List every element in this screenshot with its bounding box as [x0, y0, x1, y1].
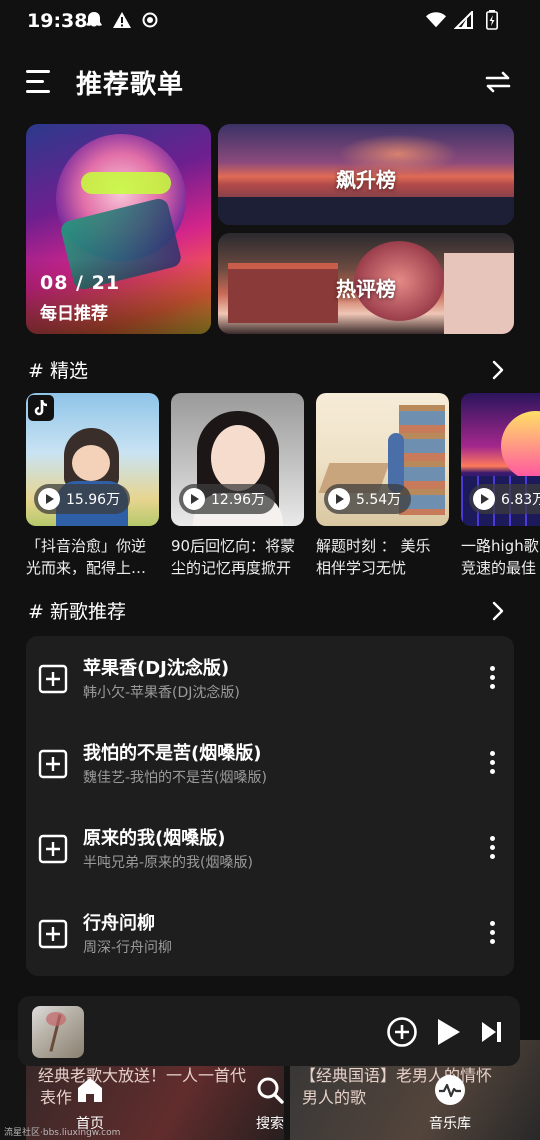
- song-row[interactable]: 原来的我(烟嗓版) 半吨兄弟-原来的我(烟嗓版): [26, 806, 514, 891]
- daily-recommend-banner[interactable]: 08 / 21 每日推荐: [26, 124, 211, 334]
- playlist-card[interactable]: 5.54万 解题时刻 ： 美乐 相伴学习无忧: [316, 393, 449, 579]
- more-vertical-icon[interactable]: [488, 751, 496, 775]
- search-icon: [254, 1074, 286, 1106]
- now-playing-cover[interactable]: [32, 1006, 84, 1058]
- song-subtitle: 周深-行舟问柳: [83, 940, 173, 956]
- play-icon: [473, 488, 495, 510]
- new-songs-header: # 新歌推荐: [28, 597, 514, 627]
- page-title: 推荐歌单: [76, 70, 185, 100]
- battery-icon: [482, 10, 502, 30]
- section-title: # 精选: [28, 360, 88, 382]
- more-vertical-icon[interactable]: [488, 836, 496, 860]
- record-icon: [140, 10, 160, 30]
- chevron-right-icon[interactable]: [488, 601, 508, 621]
- playlist-card[interactable]: 15.96万 「抖音治愈」你逆 光而来，配得上…: [26, 393, 159, 579]
- play-icon: [38, 488, 60, 510]
- playlist-card[interactable]: 12.96万 90后回忆向：将蒙 尘的记忆再度掀开: [171, 393, 304, 579]
- signal-icon: [454, 10, 474, 30]
- playlist-card[interactable]: 6.83万 一路high歌: 竞速的最佳: [461, 393, 540, 579]
- status-time: 19:38: [27, 10, 88, 32]
- playlist-cover: 15.96万: [26, 393, 159, 526]
- section-title: # 新歌推荐: [28, 601, 126, 623]
- featured-header: # 精选: [28, 356, 514, 386]
- nav-search[interactable]: 搜索: [225, 1074, 315, 1138]
- play-icon: [183, 488, 205, 510]
- add-to-playlist-icon[interactable]: [38, 749, 68, 779]
- swap-icon[interactable]: [484, 68, 512, 96]
- status-icons-left: [84, 10, 160, 30]
- song-row[interactable]: 苹果香(DJ沈念版) 韩小欠-苹果香(DJ沈念版): [26, 636, 514, 721]
- menu-icon[interactable]: [26, 70, 54, 94]
- playlist-title: 「抖音治愈」你逆 光而来，配得上…: [26, 537, 147, 577]
- play-icon[interactable]: [432, 1016, 464, 1048]
- rank-hot-banner[interactable]: 热评榜: [218, 233, 514, 334]
- skip-next-icon[interactable]: [476, 1016, 508, 1048]
- add-to-playlist-icon[interactable]: [38, 919, 68, 949]
- app-header: 推荐歌单: [0, 56, 540, 108]
- music-library-icon: [434, 1074, 466, 1106]
- playlist-cover: 6.83万: [461, 393, 540, 526]
- chevron-right-icon[interactable]: [488, 360, 508, 380]
- nav-label: 搜索: [256, 1116, 284, 1132]
- song-row[interactable]: 我怕的不是苦(烟嗓版) 魏佳艺-我怕的不是苦(烟嗓版): [26, 721, 514, 806]
- playlist-title: 一路high歌: 竞速的最佳: [461, 537, 540, 577]
- add-to-playlist-icon[interactable]: [38, 834, 68, 864]
- song-row[interactable]: 行舟问柳 周深-行舟问柳: [26, 891, 514, 976]
- play-count-badge: 12.96万: [179, 484, 276, 514]
- featured-playlists: 15.96万 「抖音治愈」你逆 光而来，配得上… 12.96万 90后回忆向：将…: [26, 393, 540, 583]
- play-count-badge: 6.83万: [469, 484, 540, 514]
- ghost-icon: [84, 10, 104, 30]
- new-songs-list: 苹果香(DJ沈念版) 韩小欠-苹果香(DJ沈念版) 我怕的不是苦(烟嗓版) 魏佳…: [26, 636, 514, 976]
- daily-label: 每日推荐: [40, 304, 108, 324]
- nav-label: 音乐库: [429, 1116, 471, 1132]
- song-subtitle: 韩小欠-苹果香(DJ沈念版): [83, 685, 240, 701]
- mini-player[interactable]: [18, 996, 520, 1066]
- nav-music-library[interactable]: 音乐库: [405, 1074, 495, 1138]
- playlist-cover: 5.54万: [316, 393, 449, 526]
- more-vertical-icon[interactable]: [488, 666, 496, 690]
- add-circle-icon[interactable]: [386, 1016, 418, 1048]
- song-title: 苹果香(DJ沈念版): [83, 658, 230, 679]
- daily-date: 08 / 21: [40, 272, 121, 294]
- wifi-icon: [426, 10, 446, 30]
- song-title: 原来的我(烟嗓版): [83, 828, 226, 849]
- playlist-cover: 12.96万: [171, 393, 304, 526]
- rank-up-label: 飙升榜: [336, 168, 396, 192]
- status-bar: 19:38: [0, 0, 540, 44]
- song-title: 我怕的不是苦(烟嗓版): [83, 743, 262, 764]
- watermark: 流星社区·bbs.liuxingw.com: [4, 1128, 121, 1138]
- status-icons-right: [426, 10, 502, 30]
- rank-hot-label: 热评榜: [336, 277, 396, 301]
- add-to-playlist-icon[interactable]: [38, 664, 68, 694]
- playlist-title: 解题时刻 ： 美乐 相伴学习无忧: [316, 537, 431, 577]
- play-count-badge: 5.54万: [324, 484, 412, 514]
- warning-icon: [112, 10, 132, 30]
- play-count-badge: 15.96万: [34, 484, 131, 514]
- more-vertical-icon[interactable]: [488, 921, 496, 945]
- song-subtitle: 魏佳艺-我怕的不是苦(烟嗓版): [83, 770, 267, 786]
- song-title: 行舟问柳: [83, 913, 155, 934]
- tiktok-icon: [28, 395, 54, 421]
- play-icon: [328, 488, 350, 510]
- song-subtitle: 半吨兄弟-原来的我(烟嗓版): [83, 855, 253, 871]
- home-icon: [74, 1074, 106, 1106]
- rank-up-banner[interactable]: 飙升榜: [218, 124, 514, 225]
- playlist-title: 90后回忆向：将蒙 尘的记忆再度掀开: [171, 537, 296, 577]
